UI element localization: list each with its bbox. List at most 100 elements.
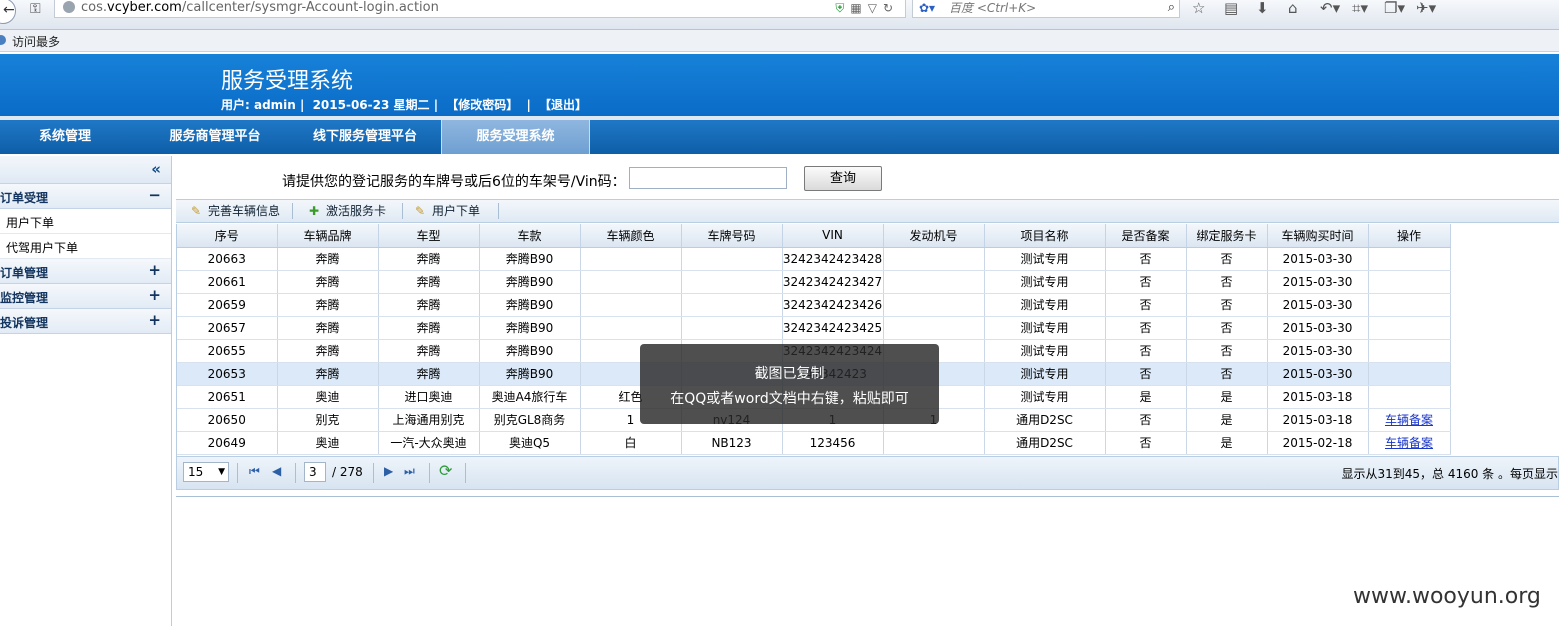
- plus-icon: ✚: [308, 204, 320, 218]
- table-cell: 否: [1105, 339, 1187, 363]
- table-cell: [681, 270, 783, 294]
- table-header-row: 序号 车辆品牌 车型 车款 车辆颜色 车牌号码 VIN 发动机号 项目名称 是否备案 绑定服务卡 车辆…: [177, 224, 1451, 248]
- separator: |: [526, 98, 531, 112]
- prev-page-icon[interactable]: ◀: [272, 464, 281, 478]
- table-cell: 上海通用别克: [378, 408, 480, 432]
- table-cell: [883, 293, 985, 317]
- search-icon[interactable]: ⌕: [1168, 0, 1175, 16]
- first-page-icon[interactable]: ⏮: [249, 464, 260, 479]
- browser-tools[interactable]: ☆ ▤ ⬇ ⌂ ↶▾ ⌗▾ ❐▾ ✈▾: [1192, 0, 1448, 16]
- toast-title: 截图已复制: [754, 366, 825, 382]
- table-cell: 20650: [177, 408, 278, 432]
- content-divider: [176, 496, 1559, 497]
- table-cell: 一汽-大众奥迪: [378, 431, 480, 455]
- activate-card-button[interactable]: ✚ 激活服务卡: [306, 200, 386, 222]
- expand-plus-icon: +: [148, 311, 161, 329]
- next-page-icon[interactable]: ▶: [384, 464, 393, 478]
- query-button[interactable]: 查询: [804, 166, 882, 191]
- tab-provider-platform[interactable]: 服务商管理平台: [150, 120, 280, 154]
- table-row[interactable]: 20649 奥迪 一汽-大众奥迪 奥迪Q5 白 NB123 123456 通用D2SC 否是 20…: [177, 431, 1451, 455]
- key-icon[interactable]: ⚿: [30, 1, 41, 17]
- table-cell: 车辆备案: [1368, 431, 1451, 455]
- column-header[interactable]: 发动机号: [883, 224, 985, 248]
- column-header[interactable]: 操作: [1368, 224, 1451, 248]
- address-bar[interactable]: cos.vcyber.com/callcenter/sysmgr-Account…: [54, 0, 906, 18]
- table-row[interactable]: 20661 奔腾 奔腾 奔腾B90 3242342423427 测试专用否否 2015-03…: [177, 270, 1451, 294]
- table-cell: [1368, 339, 1451, 363]
- table-cell: 2015-03-30: [1267, 247, 1369, 271]
- tab-service-acceptance[interactable]: 服务受理系统: [441, 120, 590, 154]
- table-cell: 奔腾: [378, 293, 480, 317]
- table-row[interactable]: 20657 奔腾 奔腾 奔腾B90 3242342423425 测试专用否否 2015-03…: [177, 316, 1451, 340]
- column-header[interactable]: 绑定服务卡: [1186, 224, 1268, 248]
- tab-system-management[interactable]: 系统管理: [0, 120, 130, 154]
- pager-separator: [465, 463, 466, 483]
- column-header[interactable]: 车型: [378, 224, 480, 248]
- page-number-input[interactable]: 3: [304, 462, 326, 482]
- sidebar-item-driver-order[interactable]: 代驾用户下单: [0, 234, 171, 259]
- column-header[interactable]: 车辆购买时间: [1267, 224, 1369, 248]
- table-cell: 3242342423425: [782, 316, 884, 340]
- button-label: 完善车辆信息: [208, 204, 281, 218]
- query-label: 请提供您的登记服务的车牌号或后6位的车架号/Vin码：: [282, 174, 626, 190]
- column-header[interactable]: 序号: [177, 224, 278, 248]
- table-cell: 奔腾: [277, 270, 379, 294]
- table-cell: 否: [1105, 362, 1187, 386]
- table-cell: 奥迪: [277, 431, 379, 455]
- button-label: 激活服务卡: [326, 204, 387, 218]
- sidebar-group-complaints[interactable]: 投诉管理 +: [0, 309, 171, 334]
- column-header[interactable]: 是否备案: [1105, 224, 1187, 248]
- expand-plus-icon: +: [148, 286, 161, 304]
- logout-link[interactable]: 【退出】: [539, 98, 587, 112]
- sidebar-group-monitoring[interactable]: 监控管理 +: [0, 284, 171, 309]
- sidebar-group-order-acceptance[interactable]: 订单受理 −: [0, 184, 171, 209]
- collapse-icon[interactable]: «: [151, 160, 161, 178]
- pencil-icon: ✎: [414, 204, 426, 218]
- table-cell: 奔腾B90: [479, 362, 581, 386]
- vehicle-register-link[interactable]: 车辆备案: [1385, 413, 1433, 427]
- bookmark-most-visited[interactable]: 访问最多: [12, 33, 60, 50]
- table-cell: [580, 316, 682, 340]
- sidebar-item-user-order[interactable]: 用户下单: [0, 209, 171, 234]
- vehicle-register-link[interactable]: 车辆备案: [1385, 436, 1433, 450]
- table-row[interactable]: 20663 奔腾 奔腾 奔腾B90 3242342423428 测试专用否否 2015-03…: [177, 247, 1451, 271]
- sidebar-group-label: 监控管理: [0, 291, 49, 305]
- table-row[interactable]: 20659 奔腾 奔腾 奔腾B90 3242342423426 测试专用否否 2015-03…: [177, 293, 1451, 317]
- table-cell: [883, 431, 985, 455]
- back-button[interactable]: ←: [0, 0, 16, 24]
- column-header[interactable]: 车牌号码: [681, 224, 783, 248]
- complete-vehicle-info-button[interactable]: ✎ 完善车辆信息: [188, 200, 280, 222]
- sidebar-group-order-management[interactable]: 订单管理 +: [0, 259, 171, 284]
- column-header[interactable]: VIN: [782, 224, 884, 248]
- screenshot-toast: 截图已复制 在QQ或者word文档中右键，粘贴即可: [640, 344, 939, 424]
- plate-vin-input[interactable]: [629, 167, 787, 189]
- table-cell: [681, 247, 783, 271]
- sidebar-group-label: 订单管理: [0, 266, 49, 280]
- reload-icon: ↻: [882, 1, 899, 15]
- column-header[interactable]: 车款: [479, 224, 581, 248]
- column-header[interactable]: 项目名称: [984, 224, 1106, 248]
- search-input[interactable]: ✿▾ 百度 <Ctrl+K> ⌕: [912, 0, 1180, 18]
- toolbar-separator: [498, 203, 499, 219]
- table-cell: 2015-02-18: [1267, 431, 1369, 455]
- last-page-icon[interactable]: ⏭: [404, 464, 415, 479]
- table-cell: 测试专用: [984, 362, 1106, 386]
- change-password-link[interactable]: 【修改密码】: [446, 98, 518, 112]
- table-cell: 测试专用: [984, 247, 1106, 271]
- table-cell: 2015-03-30: [1267, 339, 1369, 363]
- page-size-select[interactable]: 15 ▼: [183, 462, 229, 482]
- refresh-icon[interactable]: ⟳: [439, 461, 452, 480]
- table-cell: 2015-03-18: [1267, 385, 1369, 409]
- pager-separator: [373, 463, 374, 483]
- table-cell: 奔腾B90: [479, 293, 581, 317]
- address-bar-icons[interactable]: ⛨▦▽↻: [835, 0, 899, 16]
- date-label: 2015-06-23 星期二 |: [312, 98, 439, 112]
- user-order-button[interactable]: ✎ 用户下单: [412, 200, 480, 222]
- column-header[interactable]: 车辆品牌: [277, 224, 379, 248]
- tab-offline-service-platform[interactable]: 线下服务管理平台: [295, 120, 435, 154]
- column-header[interactable]: 车辆颜色: [580, 224, 682, 248]
- table-cell: 20659: [177, 293, 278, 317]
- table-cell: 奔腾: [277, 339, 379, 363]
- top-nav: 系统管理 服务商管理平台 线下服务管理平台 服务受理系统: [0, 120, 1559, 154]
- table-cell: 否: [1105, 408, 1187, 432]
